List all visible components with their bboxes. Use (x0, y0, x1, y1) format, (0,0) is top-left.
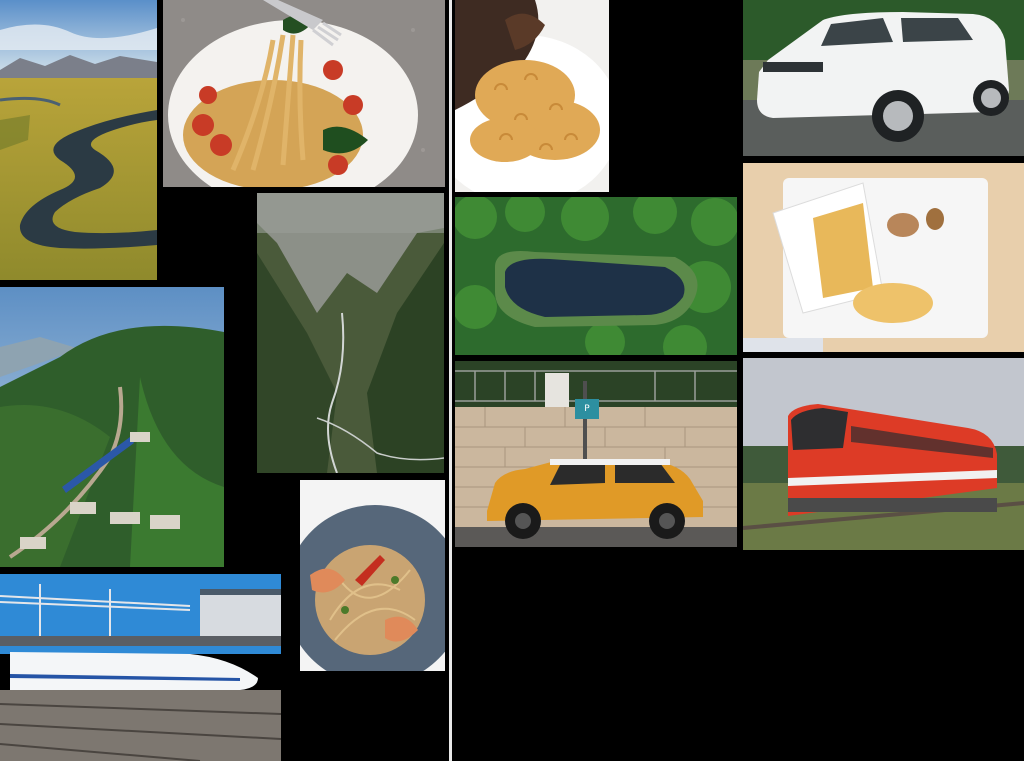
bullet-train-station-photo (0, 574, 281, 761)
aerial-forest-pond-photo (455, 197, 737, 355)
spaghetti-fork-tomato-photo (163, 0, 445, 187)
collage-divider (449, 0, 452, 761)
white-suv-photo (743, 0, 1024, 156)
pasta-scoop-tray-photo (743, 163, 1024, 352)
parking-sign: P (584, 404, 590, 414)
yellow-mini-car-wall-photo: P (455, 361, 737, 547)
macaroni-plate-photo (455, 0, 609, 192)
blue-train-hill-village-photo (0, 287, 224, 567)
green-mountain-gorge-photo (257, 193, 444, 473)
valley-river-meadow-photo (0, 0, 157, 280)
shrimp-pasta-plate-photo (300, 480, 445, 671)
red-regional-train-photo (743, 358, 1024, 550)
